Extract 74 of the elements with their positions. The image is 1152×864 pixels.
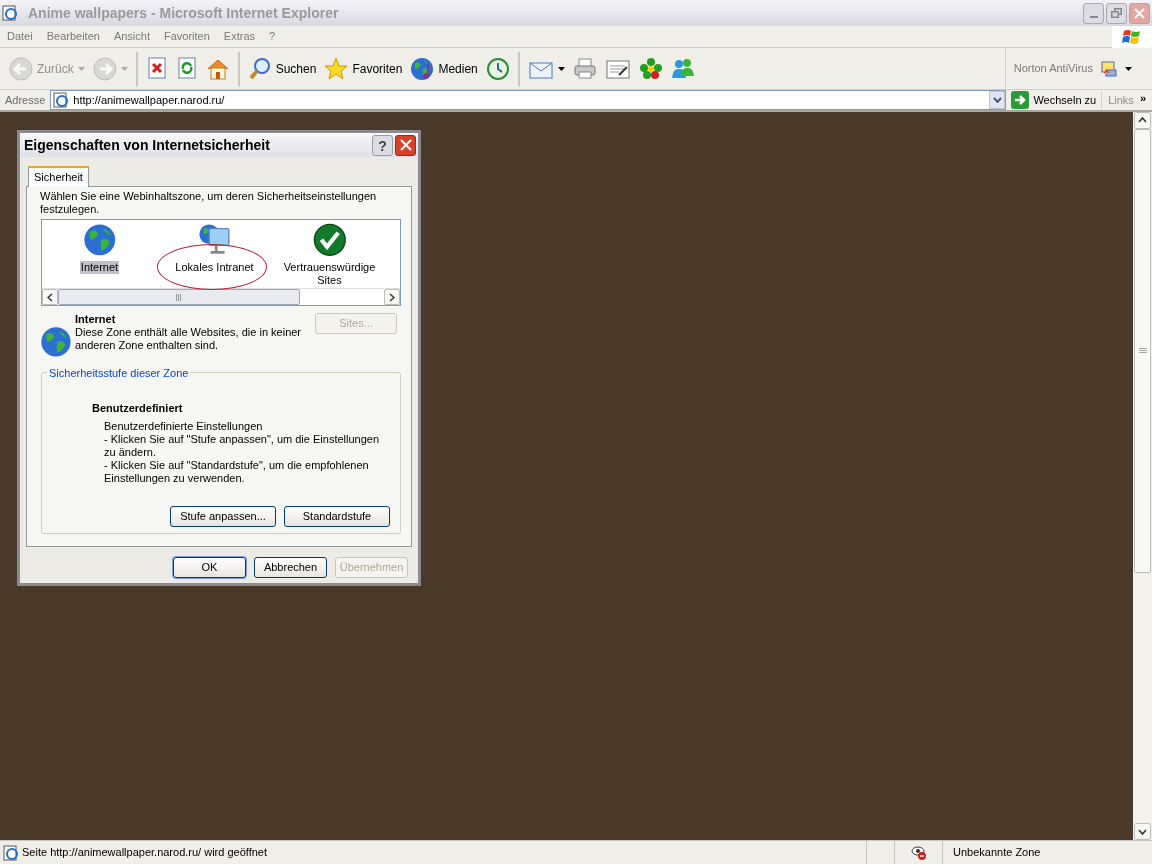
flower-icon <box>638 56 663 81</box>
restore-button[interactable] <box>1106 2 1127 24</box>
people-icon <box>670 56 695 81</box>
level-button[interactable]: Standardstufe <box>284 506 390 527</box>
browser-page-icon <box>3 844 19 861</box>
search-button[interactable]: Suchen <box>244 51 320 86</box>
printer-icon <box>572 56 597 81</box>
dropdown-button[interactable] <box>989 91 1006 109</box>
dropdown-caret-icon[interactable] <box>1125 66 1132 71</box>
menu-item[interactable]: Bearbeiten <box>39 28 107 45</box>
star-icon <box>324 56 349 81</box>
menu-item[interactable]: Ansicht <box>106 28 157 45</box>
arrow-right-icon <box>1011 91 1030 109</box>
chevron-button[interactable]: » <box>1133 90 1152 107</box>
instruction-text: Wählen Sie eine Webinhaltszone, um deren Sicherheitseinstellungen festzulegen. <box>40 190 378 216</box>
close-icon <box>398 138 413 152</box>
zone-item[interactable]: Internet <box>42 223 157 288</box>
window-title: Anime wallpapers - Microsoft Internet Explorer <box>28 3 339 23</box>
scrollbar-thumb[interactable] <box>1134 129 1151 573</box>
grip-lines-icon <box>1138 348 1147 354</box>
dialog-button[interactable]: OK <box>173 557 246 578</box>
screen-chart-icon[interactable] <box>1101 60 1117 77</box>
zone-item[interactable]: Vertrauenswürdige Sites <box>272 223 387 288</box>
level-button[interactable]: Stufe anpassen... <box>170 506 276 527</box>
menu-item[interactable]: ? <box>262 28 283 45</box>
check-circle-icon <box>312 223 347 257</box>
zone-label: Unbekannte Zone <box>942 841 1152 864</box>
browser-page-icon <box>2 5 18 21</box>
status-text: Seite http://animewallpaper.narod.ru/ wird geöffnet <box>22 845 268 861</box>
restore-icon <box>1111 8 1122 18</box>
globe-music-icon <box>410 56 435 81</box>
horizontal-scrollbar[interactable] <box>42 288 400 305</box>
level-description: Benutzerdefinierte Einstellungen <box>104 419 264 433</box>
eye-blocked-icon <box>910 844 927 861</box>
globe-monitor-icon <box>197 223 232 257</box>
globe-icon <box>82 223 117 257</box>
zone-name: Internet <box>75 313 117 326</box>
scroll-left-button[interactable] <box>42 289 58 305</box>
dialog-title: Eigenschaften von Internetsicherheit <box>24 135 270 155</box>
zone-description: Diese Zone enthält alle Websites, die in keiner anderen Zone enthalten sind. <box>75 326 303 352</box>
search-icon <box>247 56 272 81</box>
chevron-right-icon <box>389 292 395 302</box>
grip-lines-icon <box>176 293 182 301</box>
media-button[interactable]: Medien <box>407 51 481 86</box>
favorites-button[interactable]: Favoriten <box>321 51 406 86</box>
chevron-left-icon <box>47 292 53 302</box>
level-description: - Klicken Sie auf "Standardstufe", um die empfohlenen Einstellungen zu verwenden. <box>104 458 370 485</box>
minimize-icon <box>1089 15 1098 18</box>
toolbar-label: Norton AntiVirus <box>1013 61 1093 77</box>
dialog-button[interactable]: Abbrechen <box>254 557 327 578</box>
address-field[interactable]: http://animewallpaper.narod.ru/ <box>50 90 1007 110</box>
scroll-right-button[interactable] <box>384 289 400 305</box>
refresh-page-icon <box>175 56 198 81</box>
menu-item[interactable]: Favoriten <box>157 28 217 45</box>
level-name: Benutzerdefiniert <box>92 401 184 416</box>
globe-icon <box>40 326 72 358</box>
vertical-scrollbar[interactable] <box>1133 112 1152 840</box>
menu-item[interactable]: Datei <box>0 28 40 45</box>
close-button[interactable] <box>395 134 416 156</box>
address-label: Adresse <box>4 92 47 108</box>
scroll-down-icon[interactable] <box>1134 823 1151 840</box>
four-color-flag-icon <box>1122 27 1142 46</box>
go-button[interactable]: Wechseln zu <box>1008 91 1100 109</box>
close-icon <box>1134 7 1145 19</box>
browser-page-icon <box>53 92 70 108</box>
scrollbar-thumb[interactable] <box>58 289 300 305</box>
minimize-button[interactable] <box>1083 2 1104 24</box>
help-button[interactable]: ? <box>372 134 393 156</box>
stop-page-icon <box>145 56 168 81</box>
tab[interactable]: Sicherheit <box>28 166 89 187</box>
level-description: - Klicken Sie auf "Stufe anpassen", um die Einstellungen zu ändern. <box>104 432 381 459</box>
scroll-up-icon[interactable] <box>1134 112 1151 129</box>
chevron-down-icon <box>992 97 1002 103</box>
menu-item[interactable]: Extras <box>216 28 263 45</box>
